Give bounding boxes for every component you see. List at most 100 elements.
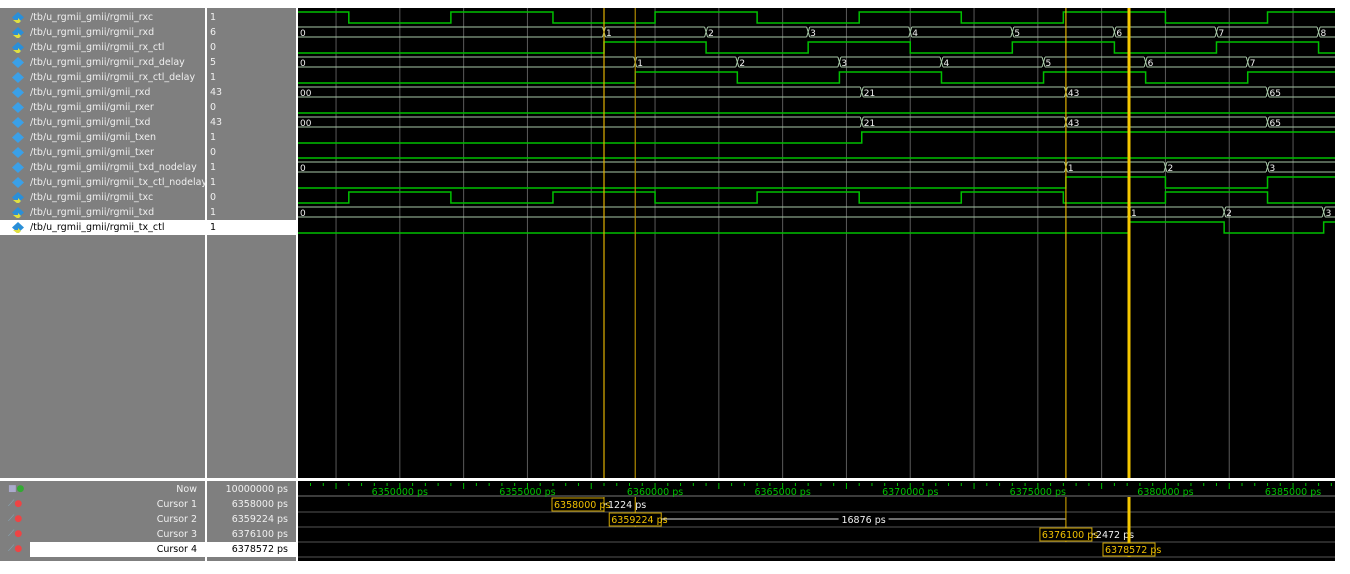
signal-icon bbox=[12, 57, 24, 68]
bus-value-label: 4 bbox=[912, 29, 918, 39]
cursor-value-row: 6359224 ps bbox=[207, 512, 296, 527]
signal-row[interactable]: /tb/u_rgmii_gmii/rgmii_rx_ctl_delay bbox=[0, 70, 205, 85]
cursor-row[interactable]: ⟋● Cursor 4 bbox=[8, 542, 205, 557]
waveform-pane[interactable]: 0 1 2 3 4 5 6 7 8 0 1 2 3 4 5 6 7 00 21 43 65 00 21 43 65 0 1 2 3 0 1 2… bbox=[298, 8, 1335, 478]
waveform-canvas[interactable]: 0 1 2 3 4 5 6 7 8 0 1 2 3 4 5 6 7 00 21 43 65 00 21 43 65 0 1 2 3 0 1 2… bbox=[298, 8, 1335, 478]
bus-value-label: 1 bbox=[1068, 164, 1074, 174]
cursor-value: 6376100 ps bbox=[231, 529, 288, 540]
bus-value-label: 00 bbox=[300, 119, 312, 129]
bus-segment bbox=[1214, 26, 1318, 38]
scalar-waveform bbox=[298, 131, 1335, 144]
bus-segment bbox=[1127, 206, 1223, 218]
bus-value-label: 3 bbox=[810, 29, 816, 39]
signal-name: /tb/u_rgmii_gmii/gmii_txen bbox=[30, 132, 156, 143]
cursor-row[interactable]: ⟋● Cursor 1 bbox=[0, 497, 205, 512]
signal-value: 1 bbox=[210, 177, 217, 188]
signal-row[interactable]: /tb/u_rgmii_gmii/rgmii_rx_ctl bbox=[0, 40, 205, 55]
signal-icon bbox=[12, 102, 24, 113]
scalar-waveform bbox=[298, 176, 1335, 189]
signal-value-row: 1 bbox=[207, 10, 296, 25]
bus-segment bbox=[1245, 56, 1335, 68]
bus-segment bbox=[298, 56, 634, 68]
input-port-icon bbox=[12, 42, 24, 53]
bus-segment bbox=[1222, 206, 1323, 218]
bus-value-label: 0 bbox=[300, 209, 306, 219]
bus-segment bbox=[837, 56, 940, 68]
signal-icon bbox=[12, 72, 24, 83]
signal-row[interactable]: /tb/u_rgmii_gmii/gmii_txd bbox=[0, 115, 205, 130]
signal-row[interactable]: /tb/u_rgmii_gmii/rgmii_txd bbox=[0, 205, 205, 220]
cursor-timeline-pane[interactable]: 6350000 ps 6355000 ps 6360000 ps 6365000 ps… bbox=[298, 481, 1335, 561]
signal-value-row: 1 bbox=[207, 205, 296, 220]
signal-row[interactable]: /tb/u_rgmii_gmii/gmii_rxer bbox=[0, 100, 205, 115]
signal-icon bbox=[12, 147, 24, 158]
signal-row[interactable]: /tb/u_rgmii_gmii/rgmii_txd_nodelay bbox=[0, 160, 205, 175]
delete-cursor-icon[interactable]: ⟋● bbox=[8, 500, 22, 509]
ruler-label: 6370000 ps bbox=[882, 487, 938, 498]
bus-value-label: 1 bbox=[606, 29, 612, 39]
bus-value-label: 8 bbox=[1321, 29, 1327, 39]
bus-value-label: 65 bbox=[1270, 119, 1281, 129]
bus-value-label: 6 bbox=[1148, 59, 1154, 69]
cursor-row[interactable]: ⟋● Cursor 3 bbox=[0, 527, 205, 542]
signal-row[interactable]: /tb/u_rgmii_gmii/gmii_txer bbox=[0, 145, 205, 160]
signal-row[interactable]: /tb/u_rgmii_gmii/rgmii_txc bbox=[0, 190, 205, 205]
delete-cursor-icon[interactable]: ⟋● bbox=[8, 545, 22, 554]
cursor-value-row: 6378572 ps bbox=[207, 542, 296, 557]
signal-name: /tb/u_rgmii_gmii/gmii_txd bbox=[30, 117, 151, 128]
signal-row[interactable]: /tb/u_rgmii_gmii/gmii_rxd bbox=[0, 85, 205, 100]
cursor-name-pane: ■● Now ⟋● Cursor 1 ⟋● Cursor 2 ⟋● Cursor 3 ⟋● C… bbox=[0, 481, 205, 561]
bus-value-label: 21 bbox=[864, 119, 875, 129]
signal-name: /tb/u_rgmii_gmii/rgmii_tx_ctl_nodelay bbox=[30, 177, 208, 188]
bus-segment bbox=[1063, 161, 1164, 173]
ruler-label: 6360000 ps bbox=[627, 487, 683, 498]
bus-value-label: 43 bbox=[1068, 119, 1079, 129]
signal-row[interactable]: /tb/u_rgmii_gmii/rgmii_rxd_delay bbox=[0, 55, 205, 70]
signal-row[interactable]: /tb/u_rgmii_gmii/rgmii_tx_ctl_nodelay bbox=[0, 175, 208, 190]
bus-value-label: 1 bbox=[1131, 209, 1137, 219]
signal-value-row: 1 bbox=[207, 220, 296, 235]
signal-value-row: 1 bbox=[207, 175, 296, 190]
signal-row[interactable]: /tb/u_rgmii_gmii/rgmii_tx_ctl bbox=[0, 220, 205, 235]
ruler-label: 6385000 ps bbox=[1265, 487, 1321, 498]
cursor-value: 6378572 ps bbox=[231, 544, 288, 555]
delete-cursor-icon[interactable]: ⟋● bbox=[8, 530, 22, 539]
bus-segment bbox=[704, 26, 807, 38]
signal-row[interactable]: /tb/u_rgmii_gmii/rgmii_rxc bbox=[0, 10, 205, 25]
signal-name: /tb/u_rgmii_gmii/gmii_txer bbox=[30, 147, 154, 158]
bus-value-label: 2 bbox=[708, 29, 714, 39]
bus-segment bbox=[633, 56, 736, 68]
signal-row[interactable]: /tb/u_rgmii_gmii/rgmii_rxd bbox=[0, 25, 205, 40]
cursor-value-row: 6358000 ps bbox=[207, 497, 296, 512]
signal-value-row: 43 bbox=[207, 115, 296, 130]
bus-segment bbox=[806, 26, 909, 38]
bus-segment bbox=[1010, 26, 1113, 38]
signal-value: 0 bbox=[210, 102, 217, 113]
bus-value-label: 0 bbox=[300, 59, 306, 69]
now-label: Now bbox=[176, 484, 197, 495]
signal-icon bbox=[12, 87, 24, 98]
scalar-waveform bbox=[298, 221, 1335, 234]
ruler-label: 6365000 ps bbox=[754, 487, 810, 498]
cursor-row[interactable]: ⟋● Cursor 2 bbox=[0, 512, 205, 527]
cursor-time-label: 6358000 ps bbox=[554, 500, 610, 511]
signal-value-row: 0 bbox=[207, 145, 296, 160]
now-row: ■● Now bbox=[0, 482, 205, 497]
signal-row[interactable]: /tb/u_rgmii_gmii/gmii_txen bbox=[0, 130, 205, 145]
cursor-name: Cursor 4 bbox=[156, 544, 197, 555]
cursor-time-label: 6376100 ps bbox=[1042, 530, 1098, 541]
cursor-value-row: 6376100 ps bbox=[207, 527, 296, 542]
delete-cursor-icon[interactable]: ⟋● bbox=[8, 515, 22, 524]
cursor-timeline-canvas[interactable]: 6350000 ps 6355000 ps 6360000 ps 6365000 ps… bbox=[298, 481, 1335, 561]
signal-value: 1 bbox=[210, 207, 217, 218]
signal-icon bbox=[12, 177, 24, 188]
signal-name: /tb/u_rgmii_gmii/rgmii_rxd bbox=[30, 27, 155, 38]
signal-name: /tb/u_rgmii_gmii/rgmii_tx_ctl bbox=[30, 222, 165, 233]
cursor-value: 6358000 ps bbox=[231, 499, 288, 510]
bus-segment bbox=[298, 116, 861, 128]
cursor-delta-label: 16876 ps bbox=[841, 515, 885, 526]
scalar-waveform bbox=[298, 11, 1335, 24]
cursor-value-pane: 10000000 ps 6358000 ps 6359224 ps 6376100 … bbox=[207, 481, 296, 561]
bus-value-label: 21 bbox=[864, 89, 875, 99]
add-cursor-icon[interactable]: ■● bbox=[8, 485, 24, 494]
